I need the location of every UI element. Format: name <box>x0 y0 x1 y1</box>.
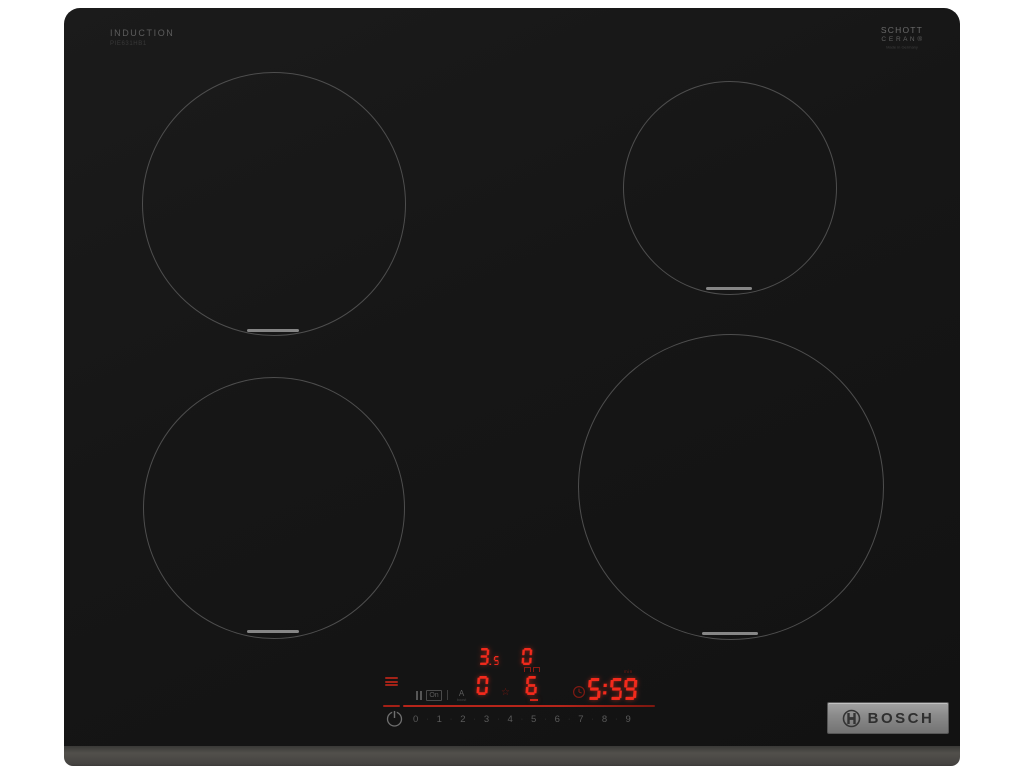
level-separator-dot: · <box>474 716 476 723</box>
bosch-logo-icon <box>842 709 861 728</box>
level-key-2[interactable]: 2 <box>460 714 465 725</box>
timer-clock-icon[interactable] <box>572 685 586 699</box>
level-key-6[interactable]: 6 <box>555 714 560 725</box>
zone-mark-front-right <box>702 632 758 635</box>
timer-unit-label: min <box>624 669 633 674</box>
front-bevel-edge <box>64 746 960 766</box>
level-key-8[interactable]: 8 <box>602 714 607 725</box>
key-divider <box>447 690 448 700</box>
level-key-0[interactable]: 0 <box>413 714 418 725</box>
display-rear-right-power[interactable] <box>521 648 532 665</box>
display-rear-left-power[interactable] <box>478 648 499 665</box>
cooking-zone-rear-right <box>623 81 837 295</box>
zone-mark-rear-left <box>247 329 299 332</box>
level-key-5[interactable]: 5 <box>531 714 536 725</box>
brand-plate: BOSCH <box>827 702 949 734</box>
product-photo: INDUCTION PIE631HB1 SCHOTT C E R A N ® M… <box>0 0 1024 768</box>
level-key-3[interactable]: 3 <box>484 714 489 725</box>
zone-mark-front-left <box>247 630 299 633</box>
level-separator-dot: · <box>497 716 499 723</box>
level-separator-dot: · <box>426 716 428 723</box>
zone-mark-rear-right <box>706 287 752 290</box>
glass-brand: SCHOTT C E R A N ® Made in Germany <box>868 25 936 54</box>
level-separator-dot: · <box>450 716 452 723</box>
cooking-zone-front-right <box>578 334 884 640</box>
type-label: INDUCTION <box>110 28 174 38</box>
select-line[interactable] <box>403 705 655 707</box>
auto-function-key[interactable]: A boost <box>453 690 470 705</box>
level-separator-dot: · <box>521 716 523 723</box>
cooking-zone-front-left <box>143 377 405 639</box>
model-number: PIE631HB1 <box>110 41 147 47</box>
display-front-left-power[interactable] <box>476 676 488 695</box>
wipe-protection-icon <box>385 677 398 688</box>
level-key-7[interactable]: 7 <box>578 714 583 725</box>
function-key-cluster: On A boost <box>416 690 470 705</box>
level-key-1[interactable]: 1 <box>437 714 442 725</box>
cooking-zone-rear-left <box>142 72 406 336</box>
level-select-row: 0 · 1 · 2 · 3 · 4 · 5 · 6 · 7 · 8 · 9 <box>413 713 631 726</box>
glass-brand-subline: Made in Germany <box>885 45 919 50</box>
auto-key-sublabel: boost <box>457 698 466 702</box>
glass-brand-line1: SCHOTT <box>868 25 936 35</box>
level-separator-dot: · <box>615 716 617 723</box>
induction-hob: INDUCTION PIE631HB1 SCHOTT C E R A N ® M… <box>64 8 960 766</box>
level-separator-dot: · <box>544 716 546 723</box>
level-key-9[interactable]: 9 <box>625 714 630 725</box>
display-timer <box>587 678 637 700</box>
level-key-4[interactable]: 4 <box>507 714 512 725</box>
display-front-right-power[interactable] <box>525 676 537 695</box>
ceramic-glass-surface: INDUCTION PIE631HB1 SCHOTT C E R A N ® M… <box>64 8 960 746</box>
level-separator-dot: · <box>568 716 570 723</box>
brand-logo-text: BOSCH <box>868 710 935 727</box>
auto-key-label: A <box>459 690 464 698</box>
glass-brand-line2: C E R A N ® <box>868 36 936 43</box>
zone-timer-indicator <box>524 667 540 672</box>
select-line-left <box>383 705 400 707</box>
favorite-key-icon[interactable]: ☆ <box>501 688 510 698</box>
zone-selected-indicator <box>530 699 538 701</box>
power-button[interactable] <box>385 709 404 728</box>
restart-key[interactable]: On <box>426 690 442 701</box>
level-separator-dot: · <box>592 716 594 723</box>
pause-key-icon[interactable] <box>416 690 422 700</box>
